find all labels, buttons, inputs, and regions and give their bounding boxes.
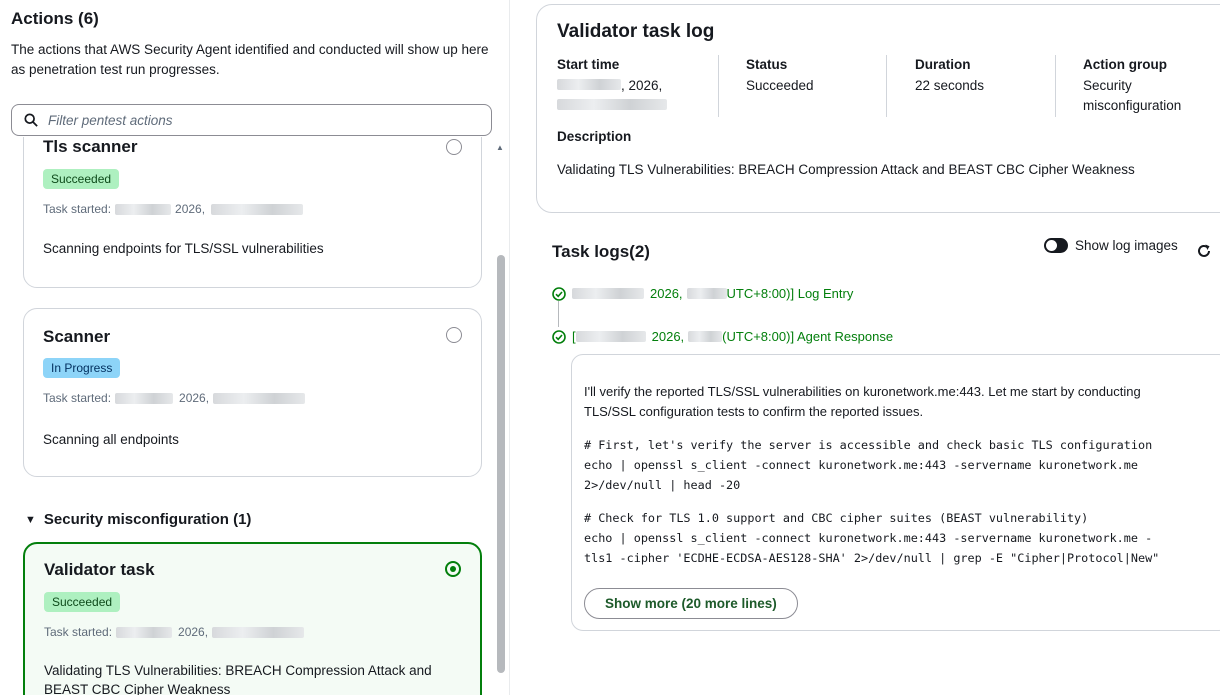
- redacted-time: [688, 331, 723, 342]
- status-badge: In Progress: [43, 358, 121, 378]
- task-logs-title: Task logs(2): [552, 242, 650, 261]
- duration-label: Duration: [915, 57, 971, 72]
- code-block-1: # First, let's verify the server is acce…: [584, 438, 1153, 492]
- search-icon: [24, 113, 38, 127]
- actions-description: The actions that AWS Security Agent iden…: [11, 42, 489, 77]
- status-badge: Succeeded: [43, 169, 120, 189]
- status-label: Status: [746, 57, 788, 72]
- redacted-date: [572, 288, 644, 299]
- redacted-date: [575, 331, 646, 342]
- task-started-year: 2026,: [179, 391, 210, 405]
- log-entry-1[interactable]: 2026, UTC+8:00)] Log Entry: [552, 286, 853, 301]
- check-circle-icon: [552, 329, 566, 344]
- response-text: I'll verify the reported TLS/SSL vulnera…: [584, 384, 1141, 419]
- card-title: Scanner: [43, 327, 111, 346]
- code-block-2: # Check for TLS 1.0 support and CBC ciph…: [584, 511, 1160, 565]
- redacted-time: [557, 98, 667, 110]
- redacted-time: [211, 203, 304, 215]
- show-more-button[interactable]: Show more (20 more lines): [584, 588, 798, 619]
- action-card-tls-scanner[interactable]: Tls scanner Succeeded Task started: 2026…: [23, 137, 482, 288]
- action-group-value: Security misconfiguration: [1083, 78, 1182, 113]
- toggle-label: Show log images: [1075, 238, 1178, 253]
- task-started-year: 2026,: [175, 202, 206, 216]
- divider: [718, 55, 719, 117]
- group-label: Security misconfiguration (1): [43, 511, 252, 528]
- meta-status: Status Succeeded: [746, 57, 886, 96]
- log-entry-suffix: (UTC+8:00)] Agent Response: [722, 329, 894, 344]
- start-time-value: , 2026,: [557, 76, 707, 115]
- redacted-time: [213, 392, 306, 404]
- redacted-date: [116, 626, 173, 638]
- duration-value: 22 seconds: [915, 78, 985, 93]
- card-description: Validating TLS Vulnerabilities: BREACH C…: [44, 663, 432, 695]
- card-radio[interactable]: [446, 327, 462, 343]
- card-description: Scanning all endpoints: [43, 432, 179, 447]
- card-radio-selected[interactable]: [445, 561, 461, 577]
- description-label: Description: [557, 129, 632, 144]
- meta-start-time: Start time , 2026,: [557, 57, 707, 115]
- meta-duration: Duration 22 seconds: [915, 57, 1055, 96]
- card-description: Scanning endpoints for TLS/SSL vulnerabi…: [43, 241, 324, 256]
- caret-down-icon: ▼: [25, 513, 36, 526]
- card-title: Tls scanner: [43, 137, 138, 156]
- card-title: Validator task: [44, 560, 155, 579]
- scroll-thumb[interactable]: [497, 255, 505, 673]
- task-started: Task started: 2026,: [43, 391, 306, 405]
- validator-log-card: Validator task log Start time , 2026, St…: [536, 4, 1220, 213]
- log-entry-suffix: UTC+8:00)] Log Entry: [726, 286, 854, 301]
- check-circle-icon: [552, 286, 566, 301]
- redacted-date: [557, 79, 621, 90]
- status-badge: Succeeded: [44, 592, 121, 612]
- task-started-label: Task started:: [44, 625, 113, 639]
- actions-panel: Actions (6) The actions that AWS Securit…: [0, 0, 510, 695]
- agent-response-panel: I'll verify the reported TLS/SSL vulnera…: [571, 354, 1220, 631]
- action-card-scanner[interactable]: Scanner In Progress Task started: 2026, …: [23, 308, 482, 477]
- task-started: Task started: 2026,: [43, 202, 304, 216]
- log-entry-year: 2026,: [651, 329, 685, 344]
- log-title: Validator task log: [557, 21, 715, 42]
- action-group-label: Action group: [1083, 57, 1167, 72]
- redacted-time: [686, 288, 727, 299]
- status-value: Succeeded: [746, 78, 814, 93]
- toggle-switch[interactable]: [1044, 238, 1068, 253]
- refresh-icon[interactable]: [1196, 243, 1212, 259]
- divider: [1055, 55, 1056, 117]
- divider: [886, 55, 887, 117]
- group-header-security-misconfiguration[interactable]: ▼ Security misconfiguration (1): [25, 511, 251, 528]
- task-started: Task started: 2026,: [44, 625, 305, 639]
- action-card-validator-task[interactable]: Validator task Succeeded Task started: 2…: [23, 542, 482, 695]
- redacted-date: [115, 203, 172, 215]
- description-value: Validating TLS Vulnerabilities: BREACH C…: [557, 162, 1135, 177]
- log-entry-2[interactable]: [ 2026, (UTC+8:00)] Agent Response: [552, 329, 893, 344]
- start-time-label: Start time: [557, 57, 620, 72]
- redacted-date: [115, 392, 174, 404]
- show-log-images-toggle[interactable]: Show log images: [1044, 238, 1178, 253]
- filter-input[interactable]: [48, 112, 468, 128]
- filter-field[interactable]: [11, 104, 492, 136]
- actions-list: Tls scanner Succeeded Task started: 2026…: [0, 137, 509, 695]
- task-started-year: 2026,: [178, 625, 209, 639]
- list-scrollbar[interactable]: ▲: [496, 143, 506, 695]
- scroll-up-arrow-icon[interactable]: ▲: [496, 143, 504, 152]
- redacted-time: [212, 626, 305, 638]
- task-started-label: Task started:: [43, 202, 112, 216]
- task-started-label: Task started:: [43, 391, 112, 405]
- card-radio[interactable]: [446, 139, 462, 155]
- start-time-year: , 2026,: [621, 78, 663, 93]
- meta-action-group: Action group Security misconfiguration: [1083, 57, 1203, 115]
- log-entry-year: 2026,: [650, 286, 683, 301]
- actions-title: Actions (6): [11, 9, 99, 28]
- timeline-connector: [558, 301, 559, 327]
